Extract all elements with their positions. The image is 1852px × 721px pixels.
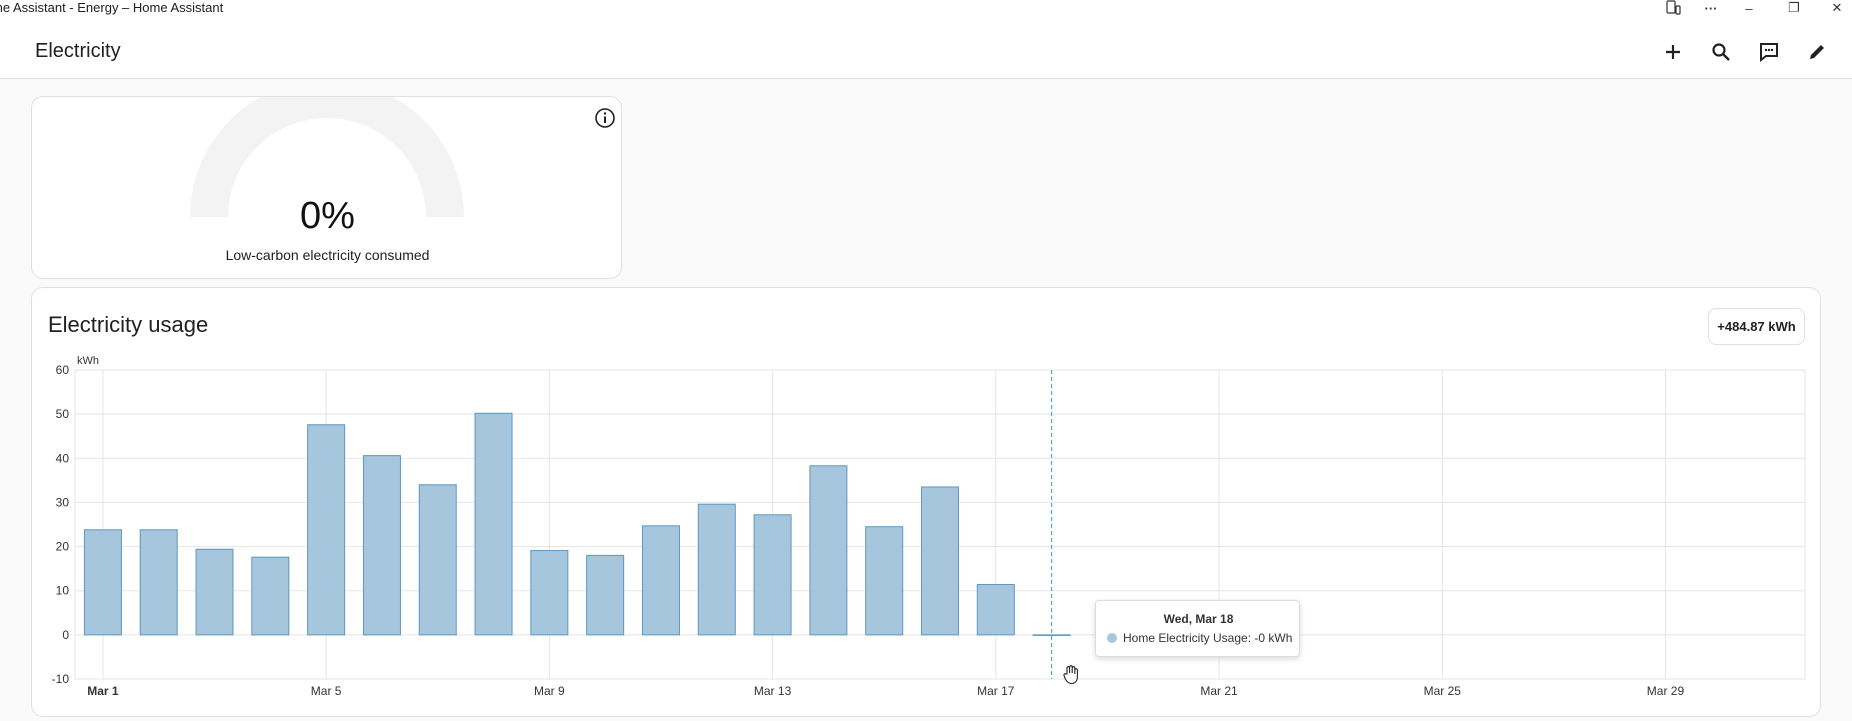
y-tick-label: 40 <box>56 451 70 465</box>
x-tick-label: Mar 9 <box>534 684 565 698</box>
bar-5[interactable] <box>307 424 346 636</box>
x-tick-label: Mar 29 <box>1647 684 1685 698</box>
y-tick-label: 50 <box>56 407 70 421</box>
bar-2[interactable] <box>139 529 178 636</box>
bar-4[interactable] <box>251 556 290 636</box>
bar-15[interactable] <box>865 526 904 636</box>
tooltip-date: Wed, Mar 18 <box>1163 612 1234 626</box>
y-tick-label: 20 <box>56 540 70 554</box>
hand-cursor-icon <box>1062 665 1080 690</box>
bar-1[interactable] <box>83 529 122 636</box>
bar-8[interactable] <box>474 412 513 636</box>
bar-11[interactable] <box>641 525 680 636</box>
x-tick-label: Mar 17 <box>977 684 1015 698</box>
tooltip-row: Home Electricity Usage: -0 kWh <box>1107 631 1292 645</box>
y-tick-label: 30 <box>56 495 70 509</box>
x-tick-label: Mar 21 <box>1200 684 1238 698</box>
y-tick-label: -10 <box>52 672 70 686</box>
electricity-usage-chart[interactable]: 60 50 40 30 20 10 0 -10 kWh Mar 1 Mar 5 Mar 9 Mar 13… <box>0 0 1852 721</box>
bar-12[interactable] <box>697 503 736 636</box>
x-tick-label: Mar 1 <box>87 684 119 698</box>
x-tick-label: Mar 13 <box>754 684 792 698</box>
y-axis-unit-label: kWh <box>77 355 99 367</box>
y-tick-label: 0 <box>62 628 69 642</box>
y-tick-label: 60 <box>56 363 70 377</box>
bar-10[interactable] <box>586 554 625 636</box>
tooltip-text: Home Electricity Usage: -0 kWh <box>1123 631 1293 645</box>
bar-9[interactable] <box>530 550 569 636</box>
chart-tooltip: Wed, Mar 18 Home Electricity Usage: -0 k… <box>1095 600 1300 657</box>
bar-17[interactable] <box>976 584 1015 636</box>
series-color-dot <box>1107 633 1117 643</box>
x-tick-label: Mar 5 <box>311 684 342 698</box>
bar-6[interactable] <box>362 455 401 636</box>
bar-14[interactable] <box>809 465 848 636</box>
bar-18[interactable] <box>1032 634 1071 636</box>
bar-16[interactable] <box>921 486 959 636</box>
bar-7[interactable] <box>418 484 457 636</box>
y-tick-label: 10 <box>56 584 70 598</box>
bar-3[interactable] <box>195 548 234 636</box>
bar-13[interactable] <box>753 514 792 636</box>
x-tick-label: Mar 25 <box>1424 684 1462 698</box>
